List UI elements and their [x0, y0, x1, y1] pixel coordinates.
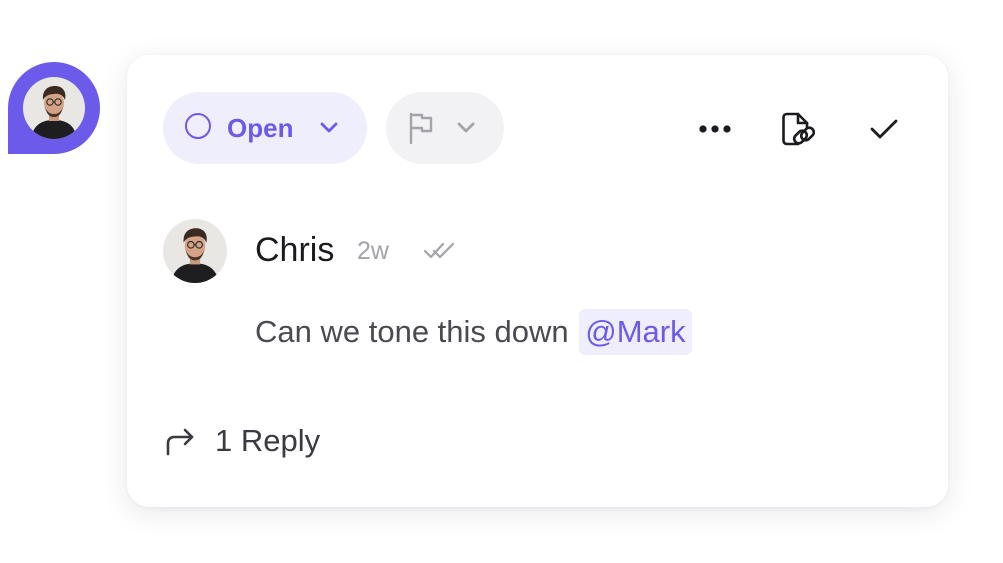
check-icon: [870, 119, 898, 139]
status-label: Open: [227, 113, 294, 143]
message-text: Can we tone this down: [255, 314, 569, 349]
more-options-button[interactable]: [693, 107, 737, 151]
copy-link-icon: [782, 112, 816, 146]
resolve-button[interactable]: [862, 107, 906, 151]
author-avatar[interactable]: [163, 219, 227, 283]
comment-timestamp: 2w: [357, 237, 389, 265]
pin-avatar: [23, 77, 85, 139]
comment-message: Can we tone this down @Mark: [255, 309, 692, 355]
comment-stage: Open Chris 2w Can we tone this down @Mar…: [0, 0, 1003, 563]
author-name: Chris: [255, 231, 335, 269]
user-mention[interactable]: @Mark: [579, 309, 692, 355]
more-horizontal-icon: [699, 125, 731, 133]
chevron-down-icon: [320, 122, 338, 133]
chevron-down-icon: [457, 122, 475, 133]
double-check-icon: [423, 242, 455, 259]
comment-pin[interactable]: [8, 62, 100, 154]
flag-dropdown[interactable]: [386, 92, 504, 164]
reply-arrow-icon: [166, 428, 194, 456]
comment-card: Open Chris 2w Can we tone this down @Mar…: [127, 55, 948, 507]
reply-count-label: 1 Reply: [215, 423, 321, 458]
open-circle-icon: [185, 113, 211, 139]
copy-link-button[interactable]: [775, 107, 819, 151]
reply-button[interactable]: 1 Reply: [163, 419, 320, 463]
status-dropdown[interactable]: Open: [163, 92, 367, 164]
flag-icon: [409, 112, 433, 145]
